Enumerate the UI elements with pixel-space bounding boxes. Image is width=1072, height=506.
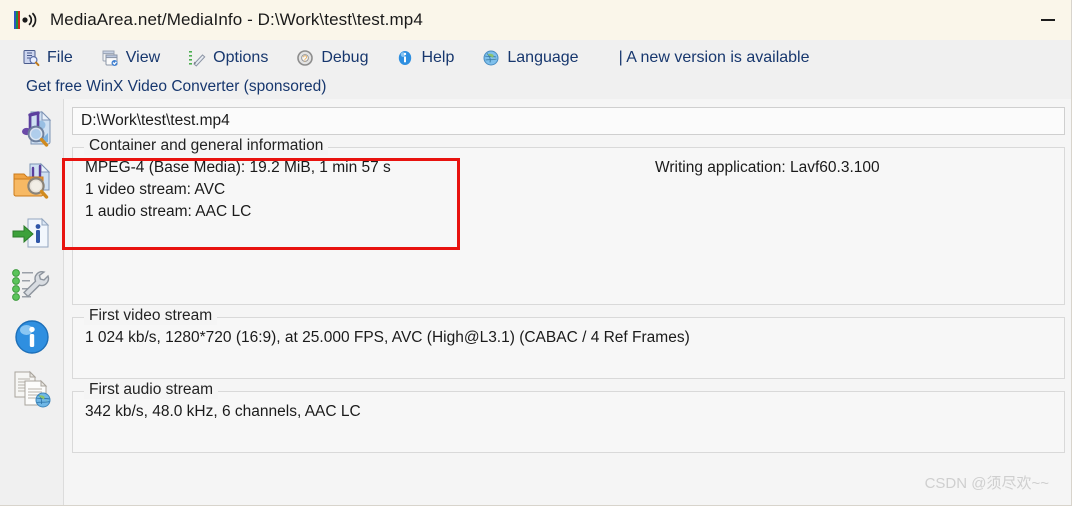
video-stream-group: First video stream 1 024 kb/s, 1280*720 … [72, 307, 1065, 379]
menu-item-options-label: Options [213, 48, 269, 66]
minimize-icon [1041, 19, 1055, 21]
video-stream-details-line: 1 024 kb/s, 1280*720 (16:9), at 25.000 F… [85, 329, 690, 346]
about-button[interactable] [0, 313, 63, 365]
open-folder-button[interactable] [0, 157, 63, 209]
wrench-checklist-icon [11, 266, 53, 309]
audio-stream-group: First audio stream 342 kb/s, 48.0 kHz, 6… [72, 381, 1065, 453]
writing-application-line: Writing application: Lavf60.3.100 [655, 159, 880, 176]
file-search-icon [22, 49, 40, 67]
csdn-watermark: CSDN @须尽欢~~ [924, 475, 1049, 492]
container-left-column: MPEG-4 (Base Media): 19.2 MiB, 1 min 57 … [85, 157, 655, 223]
audio-stream-details-line: 342 kb/s, 48.0 kHz, 6 channels, AAC LC [85, 403, 361, 420]
menu-item-options[interactable]: Options [174, 43, 282, 73]
menu-item-file-label: File [47, 48, 73, 66]
menu-item-debug-label: Debug [321, 48, 369, 66]
documents-globe-icon [11, 369, 53, 414]
menu-item-file[interactable]: File [8, 43, 87, 73]
folder-magnifier-icon [11, 161, 53, 206]
menu-item-language-label: Language [507, 48, 579, 66]
container-video-stream-line: 1 video stream: AVC [85, 181, 226, 198]
title-bar: MediaArea.net/MediaInfo - D:\Work\test\t… [0, 0, 1071, 40]
export-info-button[interactable] [0, 209, 63, 261]
globe-icon [482, 49, 500, 67]
info-pane: D:\Work\test\test.mp4 Container and gene… [64, 99, 1071, 505]
container-info-group: Container and general information MPEG-4… [72, 137, 1065, 305]
container-format-line: MPEG-4 (Base Media): 19.2 MiB, 1 min 57 … [85, 159, 391, 176]
pane-bottom-spacer [70, 453, 1067, 495]
mediainfo-window: MediaArea.net/MediaInfo - D:\Work\test\t… [0, 0, 1072, 506]
green-arrow-info-icon [11, 214, 53, 257]
menu-item-debug[interactable]: ? Debug [282, 43, 382, 73]
menu-item-help[interactable]: Help [382, 43, 468, 73]
help-info-icon [396, 49, 414, 67]
window-controls [1025, 0, 1071, 40]
sidebar-toolbar [0, 99, 64, 505]
svg-text:?: ? [303, 54, 308, 63]
menu-item-language[interactable]: Language [468, 43, 592, 73]
menu-item-view[interactable]: View [87, 43, 174, 73]
blue-info-circle-icon [12, 317, 52, 362]
music-file-magnifier-icon [11, 109, 53, 154]
container-info-legend: Container and general information [84, 137, 329, 155]
file-path-field[interactable]: D:\Work\test\test.mp4 [72, 107, 1065, 135]
menu-item-help-label: Help [421, 48, 455, 66]
tree-options-button[interactable] [0, 261, 63, 313]
view-window-icon [101, 49, 119, 67]
audio-stream-legend: First audio stream [84, 381, 219, 399]
container-audio-stream-line: 1 audio stream: AAC LC [85, 203, 252, 220]
video-stream-legend: First video stream [84, 307, 218, 325]
sponsored-banner[interactable]: Get free WinX Video Converter (sponsored… [0, 75, 1071, 99]
options-pencil-icon [188, 49, 206, 67]
mediainfo-waveform-icon [14, 9, 40, 31]
export-html-button[interactable] [0, 365, 63, 417]
debug-gear-icon: ? [296, 49, 314, 67]
open-file-button[interactable] [0, 105, 63, 157]
main-body: D:\Work\test\test.mp4 Container and gene… [0, 99, 1071, 505]
window-title: MediaArea.net/MediaInfo - D:\Work\test\t… [50, 10, 423, 29]
menu-bar: File View Options ? Debug Help Language … [0, 40, 1071, 75]
menu-item-view-label: View [125, 48, 161, 66]
container-right-column: Writing application: Lavf60.3.100 [655, 157, 1052, 223]
new-version-notice[interactable]: | A new version is available [619, 49, 810, 67]
minimize-button[interactable] [1025, 0, 1071, 40]
